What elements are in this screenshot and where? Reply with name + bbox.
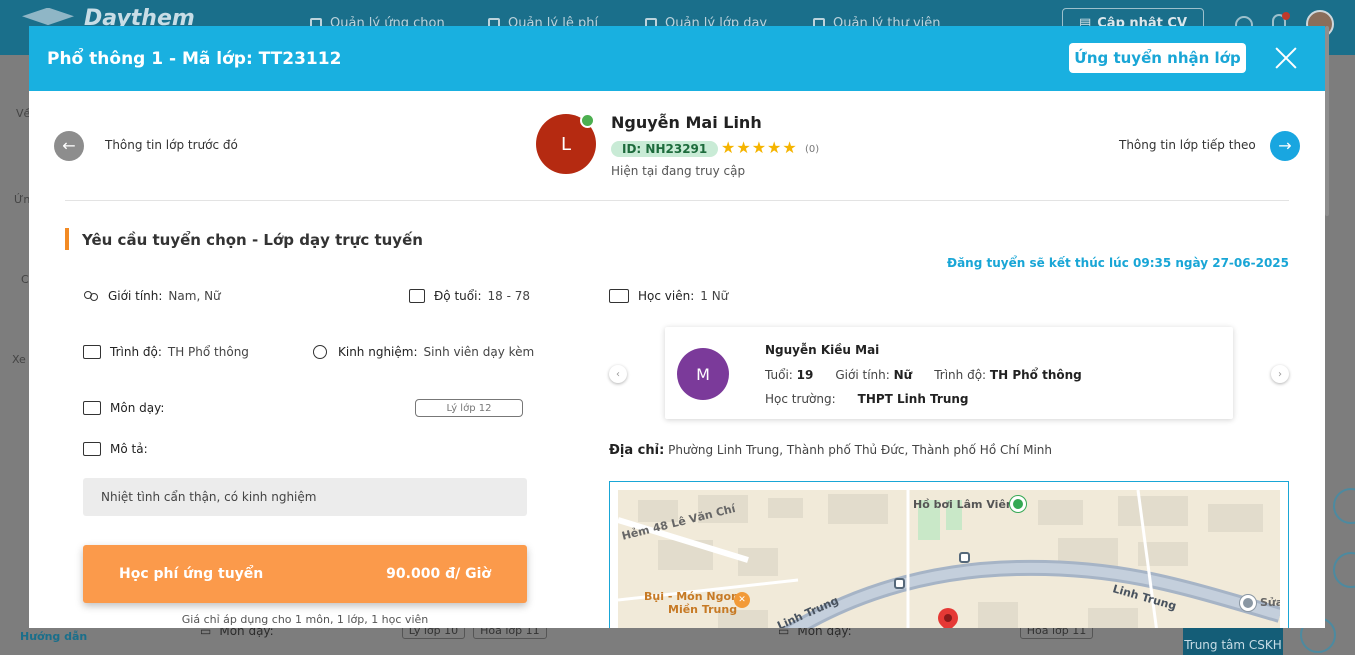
tutor-status: Hiện tại đang truy cập: [611, 164, 746, 178]
description-label: Mô tả:: [83, 442, 154, 456]
experience-icon: [313, 345, 329, 359]
carousel-next-button[interactable]: ›: [1271, 365, 1289, 383]
apply-button[interactable]: Ứng tuyển nhận lớp: [1069, 43, 1246, 73]
fee-label: Học phí ứng tuyển: [119, 566, 264, 582]
rating-stars: ★ ★ ★ ★ ★: [721, 138, 797, 157]
map-label-restaurant: Bụi - Món Ngon: [644, 590, 739, 603]
book-icon: [83, 345, 101, 359]
star-icon: ★: [751, 138, 767, 157]
bus-stop-icon[interactable]: [894, 578, 905, 589]
gender-info: Giới tính: Nam, Nữ: [83, 289, 221, 303]
bg-guide-link[interactable]: Hướng dẫn: [20, 630, 87, 643]
description-box: Nhiệt tình cẩn thận, có kinh nghiệm: [83, 478, 527, 516]
map-label-right: Sửa: [1260, 596, 1280, 609]
next-class-button[interactable]: →: [1270, 131, 1300, 161]
student-name: Nguyễn Kiều Mai: [765, 343, 880, 357]
arrow-right-icon: →: [1278, 136, 1292, 155]
modal-title: Phổ thông 1 - Mã lớp: TT23112: [47, 48, 342, 69]
bg-floating-button-1[interactable]: [1333, 488, 1355, 524]
student-school: Học trường: THPT Linh Trung: [765, 392, 969, 406]
section-title: Yêu cầu tuyển chọn - Lớp dạy trực tuyến: [82, 231, 423, 249]
level-info: Trình độ: TH Phổ thông: [83, 345, 249, 359]
address: Địa chỉ: Phường Linh Trung, Thành phố Th…: [609, 443, 1053, 458]
deadline-text: Đăng tuyển sẽ kết thúc lúc 09:35 ngày 27…: [947, 256, 1289, 270]
section-accent-bar: [65, 228, 69, 250]
students-icon: [609, 289, 629, 303]
subject-tag: Lý lớp 12: [415, 399, 523, 417]
fee-box: Học phí ứng tuyển 90.000 đ/ Giờ: [83, 545, 527, 603]
star-icon: ★: [782, 138, 797, 157]
fee-value: 90.000 đ/ Giờ: [386, 566, 491, 582]
map-label-restaurant-2: Miền Trung: [668, 603, 738, 616]
age-info: Độ tuổi: 18 - 78: [409, 289, 530, 303]
cake-icon: [409, 289, 425, 303]
class-detail-modal: Phổ thông 1 - Mã lớp: TT23112 Ứng tuyển …: [29, 26, 1325, 628]
chevron-right-icon: ›: [1278, 368, 1282, 380]
prev-class-label[interactable]: Thông tin lớp trước đó: [105, 138, 238, 152]
tutor-name: Nguyễn Mai Linh: [611, 113, 762, 132]
student-avatar: M: [677, 348, 729, 400]
star-icon: ★: [736, 138, 751, 157]
scrollbar[interactable]: [1325, 26, 1329, 216]
restaurant-marker-icon[interactable]: ✕: [734, 592, 750, 608]
bus-stop-icon[interactable]: [959, 552, 970, 563]
prev-class-button[interactable]: ←: [54, 131, 84, 161]
students-info: Học viên: 1 Nữ: [609, 289, 728, 303]
gender-icon: [83, 289, 99, 303]
chevron-left-icon: ‹: [616, 368, 620, 380]
next-class-label[interactable]: Thông tin lớp tiếp theo: [1119, 138, 1256, 152]
map-label-pool: Hồ bơi Lâm Viên: [913, 498, 1014, 511]
place-marker-icon[interactable]: [1240, 595, 1256, 611]
rating-count: (0): [805, 144, 820, 155]
map-frame: Hẻm 48 Lê Văn Chí Hồ bơi Lâm Viên Bụi - …: [609, 481, 1289, 628]
modal-header: Phổ thông 1 - Mã lớp: TT23112 Ứng tuyển …: [29, 26, 1325, 91]
bg-floating-button-2[interactable]: [1333, 552, 1355, 588]
tutor-nav-row: ← Thông tin lớp trước đó L Nguyễn Mai Li…: [54, 91, 1300, 201]
tutor-id-badge: ID: NH23291: [611, 141, 719, 157]
close-icon[interactable]: [1273, 46, 1299, 72]
pool-marker-icon[interactable]: [1010, 496, 1026, 512]
star-icon: ★: [767, 138, 782, 157]
notification-dot: [1282, 12, 1290, 20]
experience-info: Kinh nghiệm: Sinh viên dạy kèm: [313, 345, 534, 359]
bg-cskh-button[interactable]: Trung tâm CSKH: [1183, 626, 1283, 655]
map[interactable]: Hẻm 48 Lê Văn Chí Hồ bơi Lâm Viên Bụi - …: [618, 490, 1280, 628]
fee-note: Giá chỉ áp dụng cho 1 môn, 1 lớp, 1 học …: [181, 613, 429, 626]
student-card: M Nguyễn Kiều Mai Tuổi: 19 Giới tính: Nữ…: [665, 327, 1233, 419]
online-status-dot: [580, 113, 595, 128]
arrow-left-icon: ←: [62, 136, 76, 155]
monitor-icon: [83, 401, 101, 415]
subject-info: Môn dạy:: [83, 401, 170, 415]
student-details: Tuổi: 19 Giới tính: Nữ Trình độ: TH Phổ …: [765, 368, 1082, 382]
star-icon: ★: [721, 138, 736, 157]
carousel-prev-button[interactable]: ‹: [609, 365, 627, 383]
background-left-edge: Về Ứn C Xe: [12, 107, 31, 366]
computer-icon: [83, 442, 101, 456]
